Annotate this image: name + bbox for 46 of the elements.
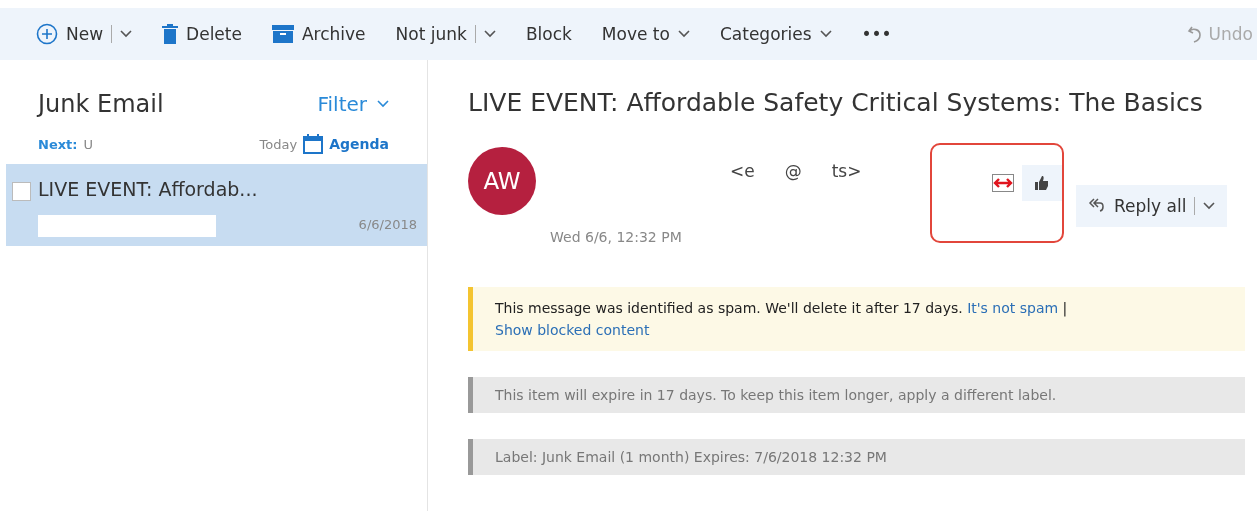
sender-address-fragment: <e xyxy=(730,161,755,181)
folder-title: Junk Email xyxy=(38,90,164,118)
toolbar-button[interactable]: Delete xyxy=(162,24,242,44)
reply-all-button[interactable]: Reply all xyxy=(1076,185,1228,227)
message-subject: LIVE EVENT: Affordab... xyxy=(38,178,259,202)
toolbar-button[interactable]: New xyxy=(36,23,133,45)
chevron-icon xyxy=(377,100,389,108)
calendar-icon xyxy=(303,134,324,154)
archive-box-icon xyxy=(271,25,294,43)
like-button[interactable] xyxy=(1022,165,1062,201)
next-label: Next: xyxy=(38,136,78,152)
today-label: Today xyxy=(259,136,298,152)
toolbar-button[interactable]: Categories xyxy=(719,24,832,44)
trash-icon xyxy=(162,24,179,44)
agenda-button[interactable]: Agenda xyxy=(303,134,389,154)
toolbar-button[interactable]: Move to xyxy=(601,24,690,44)
blocked-image-icon xyxy=(992,174,1014,192)
separator-text: | xyxy=(1061,300,1068,316)
toolbar-button[interactable]: Block xyxy=(525,24,572,44)
chevron-icon xyxy=(120,30,133,38)
toolbar-button[interactable]: Not junk xyxy=(395,24,496,44)
toolbar-button[interactable]: Archive xyxy=(271,24,366,44)
chevron-icon xyxy=(483,30,496,38)
message-date: 6/6/2018 xyxy=(358,217,417,232)
filter-button[interactable]: Filter xyxy=(317,92,389,116)
next-event-text: U xyxy=(83,136,94,152)
chevron-icon xyxy=(819,30,832,38)
info-bar: This item will expire in 17 days. To keep this item longer, apply a different label. xyxy=(468,377,1245,413)
sender-address-fragment: @ xyxy=(784,161,802,181)
undo-icon xyxy=(1186,25,1203,43)
chevron-icon xyxy=(1203,202,1216,210)
notice-text: This message was identified as spam. We'll delete it after 17 days. xyxy=(495,300,964,316)
not-spam-link[interactable]: It's not spam xyxy=(967,300,1059,316)
toolbar-button[interactable]: ••• xyxy=(861,24,892,44)
chevron-icon xyxy=(677,30,690,38)
message-subject-heading: LIVE EVENT: Affordable Safety Critical Systems: The Basics xyxy=(468,88,1204,117)
info-bar: Label: Junk Email (1 month) Expires: 7/6/2018 12:32 PM xyxy=(468,439,1245,475)
sent-time: Wed 6/6, 12:32 PM xyxy=(550,229,683,245)
sender-avatar: AW xyxy=(468,147,536,215)
sender-address-fragment: ts> xyxy=(831,161,862,181)
reply-all-icon xyxy=(1088,197,1106,215)
thumbs-up-icon xyxy=(1035,176,1049,190)
message-item[interactable]: LIVE EVENT: Affordab... 6/6/2018 xyxy=(6,164,427,246)
show-blocked-content-link[interactable]: Show blocked content xyxy=(495,322,650,338)
plus-circle-icon xyxy=(36,23,58,45)
checkbox[interactable] xyxy=(12,182,31,201)
